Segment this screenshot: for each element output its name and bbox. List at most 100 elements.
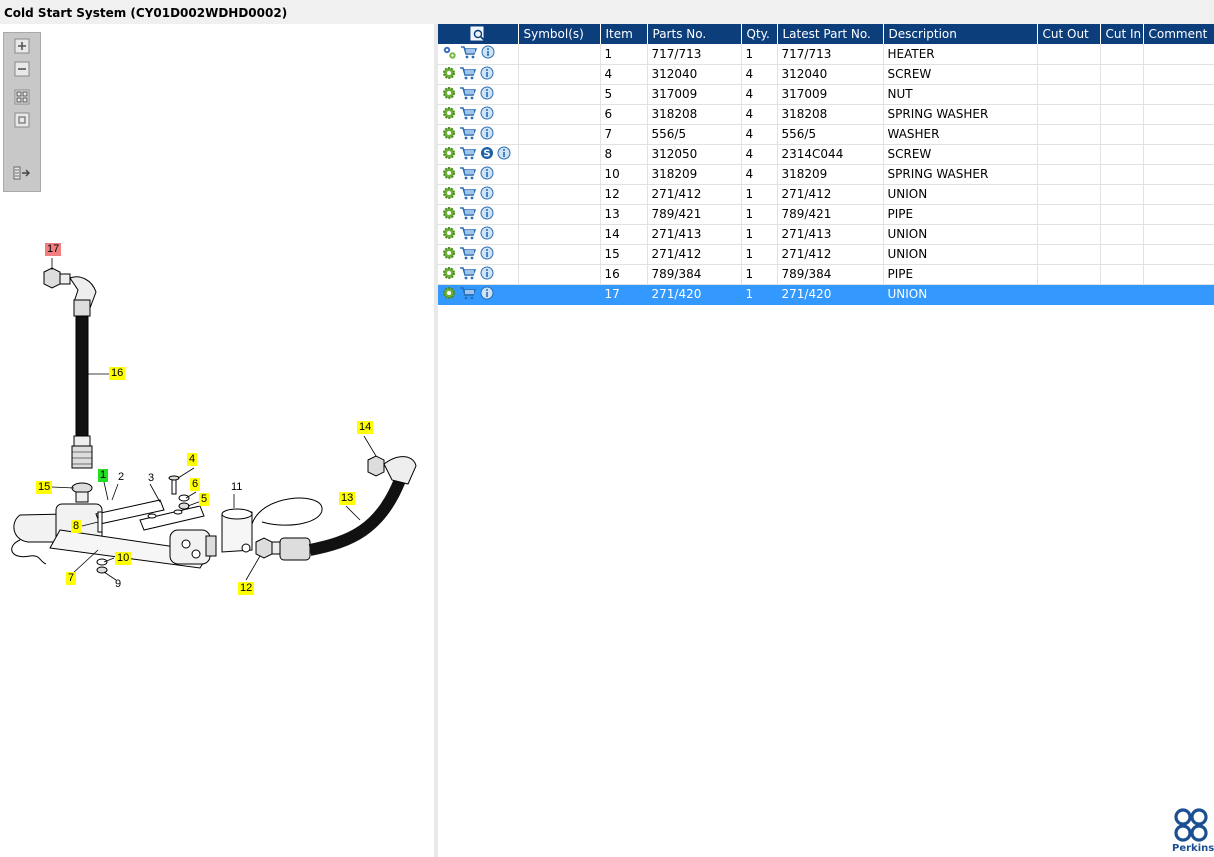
gear-icon[interactable] bbox=[442, 246, 456, 263]
table-row[interactable]: 12 271/412 1 271/412 UNION bbox=[438, 184, 1214, 205]
info-icon[interactable] bbox=[480, 246, 494, 263]
cart-icon[interactable] bbox=[459, 86, 477, 103]
fit-all-button[interactable] bbox=[13, 88, 31, 106]
gear-icon[interactable] bbox=[442, 166, 456, 183]
info-icon[interactable] bbox=[480, 286, 494, 303]
callout-13[interactable]: 13 bbox=[339, 492, 356, 505]
zoom-in-button[interactable] bbox=[13, 37, 31, 55]
column-header-actions[interactable] bbox=[438, 24, 519, 44]
callout-3[interactable]: 3 bbox=[146, 472, 156, 485]
info-icon[interactable] bbox=[480, 166, 494, 183]
search-preview-icon[interactable] bbox=[470, 26, 486, 42]
table-row[interactable]: 6 318208 4 318208 SPRING WASHER bbox=[438, 104, 1214, 125]
cell-item: 14 bbox=[600, 224, 648, 245]
table-row[interactable]: 13 789/421 1 789/421 PIPE bbox=[438, 204, 1214, 225]
cell-parts-no: 318209 bbox=[647, 164, 742, 185]
column-header-qty[interactable]: Qty. bbox=[741, 24, 778, 44]
cart-icon[interactable] bbox=[459, 286, 477, 303]
actual-size-button[interactable] bbox=[13, 111, 31, 129]
callout-2[interactable]: 2 bbox=[116, 471, 126, 484]
cell-comment bbox=[1143, 124, 1214, 145]
table-row[interactable]: 4 312040 4 312040 SCREW bbox=[438, 64, 1214, 85]
gear-icon[interactable] bbox=[442, 286, 456, 303]
callout-9[interactable]: 9 bbox=[113, 578, 123, 591]
gear-icon[interactable] bbox=[442, 86, 456, 103]
table-row[interactable]: 7 556/5 4 556/5 WASHER bbox=[438, 124, 1214, 145]
callout-8[interactable]: 8 bbox=[71, 520, 82, 533]
callout-10[interactable]: 10 bbox=[115, 552, 132, 565]
cart-icon[interactable] bbox=[459, 146, 477, 163]
cell-parts-no: 556/5 bbox=[647, 124, 742, 145]
callout-5[interactable]: 5 bbox=[199, 493, 210, 506]
cart-icon[interactable] bbox=[459, 126, 477, 143]
gear-icon[interactable] bbox=[442, 226, 456, 243]
table-row[interactable]: 16 789/384 1 789/384 PIPE bbox=[438, 264, 1214, 285]
gear-icon[interactable] bbox=[442, 206, 456, 223]
gear-icon[interactable] bbox=[442, 146, 456, 163]
zoom-toolbox bbox=[3, 32, 41, 192]
cart-icon[interactable] bbox=[459, 266, 477, 283]
cart-icon[interactable] bbox=[459, 226, 477, 243]
info-icon[interactable] bbox=[497, 146, 511, 163]
cell-symbols bbox=[518, 264, 601, 285]
cart-icon[interactable] bbox=[459, 186, 477, 203]
info-icon[interactable] bbox=[480, 226, 494, 243]
column-header-item[interactable]: Item bbox=[600, 24, 648, 44]
callout-4[interactable]: 4 bbox=[187, 453, 198, 466]
cell-cut-out bbox=[1037, 104, 1101, 125]
table-row[interactable]: 10 318209 4 318209 SPRING WASHER bbox=[438, 164, 1214, 185]
table-row[interactable]: S 8 312050 4 2314C044 SCREW bbox=[438, 144, 1214, 165]
callout-7[interactable]: 7 bbox=[66, 572, 77, 585]
info-icon[interactable] bbox=[480, 66, 494, 83]
callout-16[interactable]: 16 bbox=[109, 367, 126, 380]
cell-symbols bbox=[518, 104, 601, 125]
callout-12[interactable]: 12 bbox=[238, 582, 255, 595]
zoom-out-button[interactable] bbox=[13, 60, 31, 78]
cell-symbols bbox=[518, 124, 601, 145]
exploded-parts-diagram[interactable] bbox=[0, 230, 434, 610]
cell-item: 1 bbox=[600, 44, 648, 65]
callout-17[interactable]: 17 bbox=[45, 243, 62, 256]
callout-14[interactable]: 14 bbox=[357, 421, 374, 434]
gear-icon[interactable] bbox=[442, 106, 456, 123]
cart-icon[interactable] bbox=[460, 45, 478, 62]
supersession-icon[interactable]: S bbox=[480, 146, 494, 163]
gear-icon[interactable] bbox=[442, 126, 456, 143]
column-header-symbols[interactable]: Symbol(s) bbox=[518, 24, 601, 44]
column-header-parts-no[interactable]: Parts No. bbox=[647, 24, 742, 44]
table-row[interactable]: 14 271/413 1 271/413 UNION bbox=[438, 224, 1214, 245]
gears-icon[interactable] bbox=[442, 45, 457, 63]
column-header-description[interactable]: Description bbox=[883, 24, 1038, 44]
info-icon[interactable] bbox=[480, 126, 494, 143]
callout-1[interactable]: 1 bbox=[98, 469, 109, 482]
column-header-latest-part-no[interactable]: Latest Part No. bbox=[777, 24, 884, 44]
gear-icon[interactable] bbox=[442, 266, 456, 283]
table-row[interactable]: 1 717/713 1 717/713 HEATER bbox=[438, 44, 1214, 65]
callout-6[interactable]: 6 bbox=[190, 478, 201, 491]
cart-icon[interactable] bbox=[459, 66, 477, 83]
cart-icon[interactable] bbox=[459, 166, 477, 183]
gear-icon[interactable] bbox=[442, 186, 456, 203]
cell-comment bbox=[1143, 184, 1214, 205]
cart-icon[interactable] bbox=[459, 206, 477, 223]
column-header-cut-in[interactable]: Cut In bbox=[1100, 24, 1144, 44]
column-header-cut-out[interactable]: Cut Out bbox=[1037, 24, 1101, 44]
cell-item: 7 bbox=[600, 124, 648, 145]
info-icon[interactable] bbox=[480, 266, 494, 283]
info-icon[interactable] bbox=[480, 86, 494, 103]
gear-icon[interactable] bbox=[442, 66, 456, 83]
table-row[interactable]: 15 271/412 1 271/412 UNION bbox=[438, 244, 1214, 265]
callout-11[interactable]: 11 bbox=[229, 481, 244, 494]
table-row[interactable]: 17 271/420 1 271/420 UNION bbox=[438, 284, 1214, 305]
table-row[interactable]: 5 317009 4 317009 NUT bbox=[438, 84, 1214, 105]
info-icon[interactable] bbox=[480, 186, 494, 203]
cell-row-actions bbox=[438, 264, 519, 285]
info-icon[interactable] bbox=[480, 206, 494, 223]
panel-toggle-button[interactable] bbox=[13, 164, 31, 182]
cart-icon[interactable] bbox=[459, 106, 477, 123]
callout-15[interactable]: 15 bbox=[36, 481, 53, 494]
info-icon[interactable] bbox=[481, 45, 495, 62]
cart-icon[interactable] bbox=[459, 246, 477, 263]
info-icon[interactable] bbox=[480, 106, 494, 123]
column-header-comment[interactable]: Comment bbox=[1143, 24, 1214, 44]
